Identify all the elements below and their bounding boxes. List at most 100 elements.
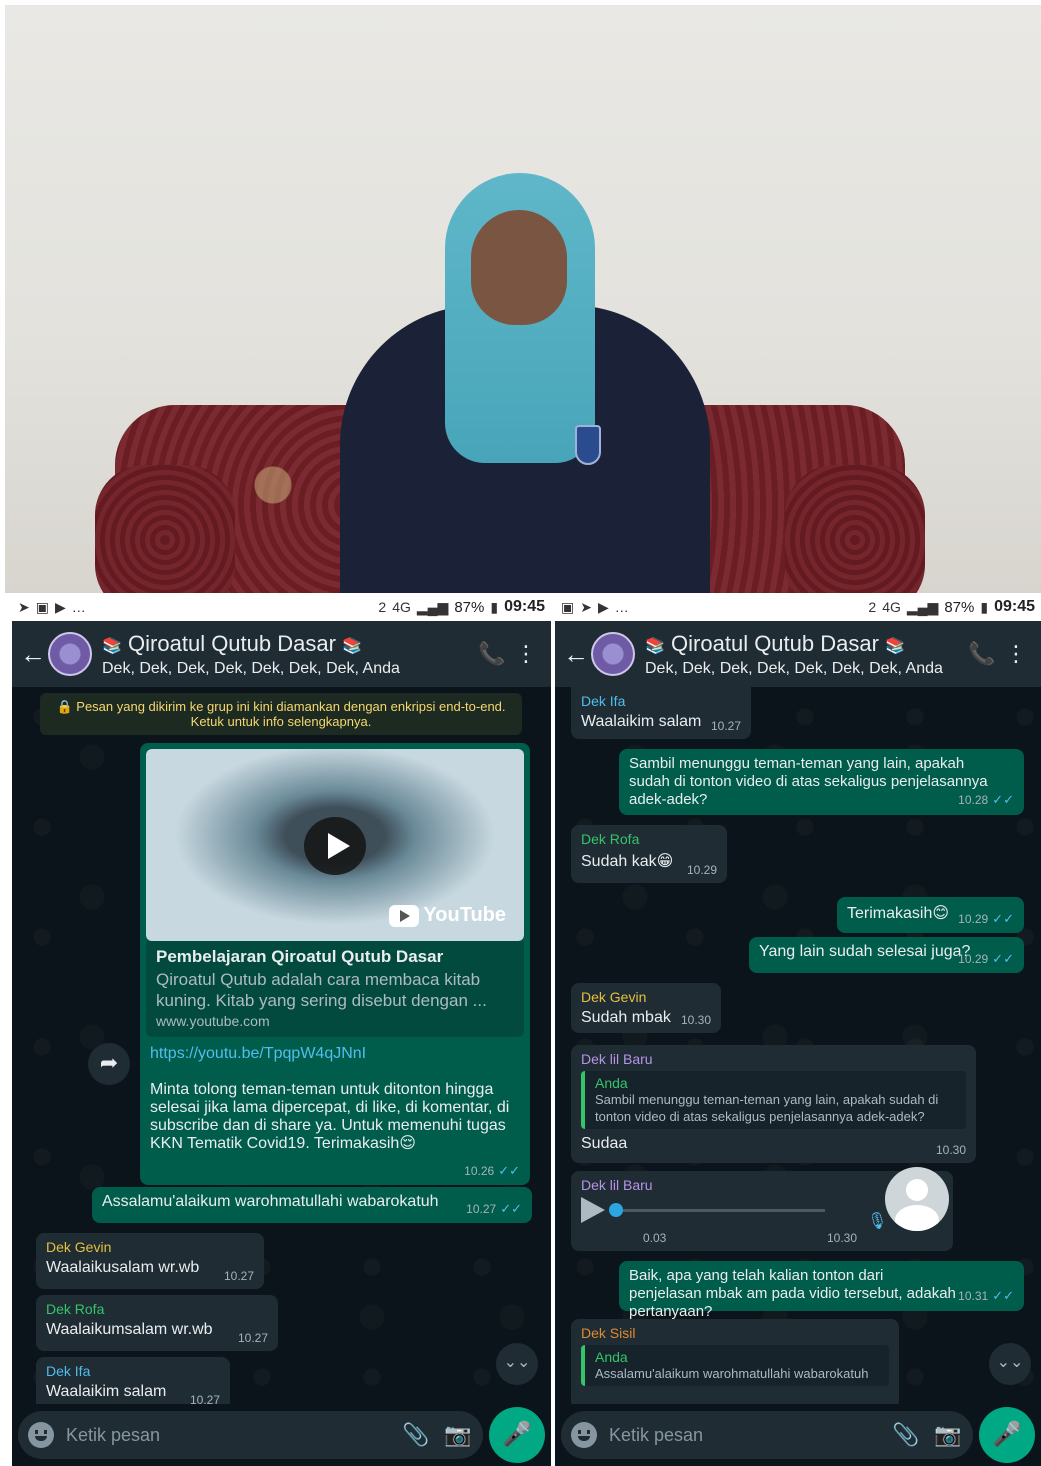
group-avatar[interactable]: [591, 632, 635, 676]
status-bar: ➤ ▣ ▶ … 2 4G ▂▄▆ 87% ▮ 09:45: [12, 593, 551, 621]
chat-messages[interactable]: Dek Ifa Waalaikim salam 10.27 Sambil men…: [555, 687, 1041, 1404]
preview-domain: www.youtube.com: [156, 1013, 270, 1029]
message-bubble[interactable]: Terimakasih😊 10.29 ✓✓: [837, 897, 1024, 933]
battery-level: 87%: [454, 598, 485, 616]
message-bubble[interactable]: Assalamu'alaikum warohmatullahi wabaroka…: [92, 1187, 532, 1223]
group-info[interactable]: 📚 Qiroatul Qutub Dasar 📚 Dek, Dek, Dek, …: [645, 631, 965, 678]
play-icon[interactable]: [304, 817, 366, 875]
read-ticks-icon: ✓✓: [992, 792, 1014, 807]
read-ticks-icon: ✓✓: [992, 1288, 1014, 1303]
message-bubble[interactable]: Dek Gevin Waalaikusalam wr.wb 10.27: [36, 1233, 264, 1289]
message-bubble[interactable]: Baik, apa yang telah kalian tonton dari …: [619, 1261, 1024, 1320]
sender-name[interactable]: Dek Gevin: [581, 989, 711, 1005]
message-time: 10.31 ✓✓: [958, 1287, 1014, 1305]
network-type: 4G: [882, 599, 901, 615]
encryption-notice[interactable]: 🔒 Pesan yang dikirim ke grup ini kini di…: [40, 693, 522, 735]
group-title-row: 📚 Qiroatul Qutub Dasar 📚: [645, 631, 965, 657]
play-icon[interactable]: [581, 1197, 605, 1223]
video-link[interactable]: https://youtu.be/TpqpW4qJNnI: [150, 1045, 366, 1063]
emoji-icon[interactable]: [571, 1422, 597, 1448]
camera-icon[interactable]: 📷: [933, 1422, 963, 1448]
status-bar: ▣ ➤ ▶ … 2 4G ▂▄▆ 87% ▮ 09:45: [555, 593, 1041, 621]
voice-sender-avatar: [885, 1167, 949, 1231]
clock: 09:45: [504, 598, 545, 615]
phone-screenshot-right: ▣ ➤ ▶ … 2 4G ▂▄▆ 87% ▮ 09:45 ← 📚 Qiroatu…: [555, 593, 1041, 1466]
message-text: Sambil menunggu teman-teman yang lain, a…: [629, 755, 988, 808]
sender-name[interactable]: Dek Rofa: [46, 1301, 268, 1317]
voice-message-bubble[interactable]: Dek lil Baru 🎙 0.03 10.30: [571, 1167, 953, 1251]
sender-name[interactable]: Dek Ifa: [46, 1363, 220, 1379]
quoted-message[interactable]: Anda Assalamu'alaikum warohmatullahi wab…: [581, 1345, 889, 1386]
time-text: 10.26: [464, 1164, 495, 1178]
message-time: 10.29 ✓✓: [958, 951, 1014, 967]
video-thumbnail[interactable]: YouTube: [146, 749, 524, 941]
message-bubble[interactable]: Dek Ifa Waalaikim salam 10.27: [36, 1357, 230, 1404]
message-text: Baik, apa yang telah kalian tonton dari …: [629, 1267, 956, 1320]
message-text: Sudaa: [581, 1135, 628, 1152]
youtube-icon: ▶: [597, 598, 609, 615]
forward-icon[interactable]: ➦: [88, 1043, 130, 1085]
back-arrow-icon[interactable]: ←: [563, 639, 591, 670]
message-bubble[interactable]: Dek Ifa Waalaikim salam 10.27: [571, 687, 751, 739]
sender-name[interactable]: Dek Sisil: [581, 1325, 889, 1341]
youtube-message[interactable]: YouTube Pembelajaran Qiroatul Qutub Dasa…: [140, 743, 530, 1185]
phone-screenshot-left: ➤ ▣ ▶ … 2 4G ▂▄▆ 87% ▮ 09:45 ← 📚 Qiroatu…: [12, 593, 551, 1466]
add-call-icon[interactable]: 📞: [965, 641, 999, 667]
group-info[interactable]: 📚 Qiroatul Qutub Dasar 📚 Dek, Dek, Dek, …: [102, 631, 475, 678]
reply-message-bubble[interactable]: Dek Sisil Anda Assalamu'alaikum warohmat…: [571, 1319, 899, 1404]
attach-icon[interactable]: 📎: [891, 1422, 921, 1448]
compose-field: 📎 📷: [18, 1411, 483, 1459]
sender-name[interactable]: Dek Rofa: [581, 831, 717, 847]
microphone-icon[interactable]: 🎤: [979, 1407, 1035, 1463]
message-bubble[interactable]: Sambil menunggu teman-teman yang lain, a…: [619, 749, 1024, 815]
emoji-icon[interactable]: [28, 1422, 54, 1448]
sender-name[interactable]: Dek lil Baru: [581, 1051, 966, 1067]
message-text: Terimakasih😊: [847, 905, 950, 922]
camera-icon[interactable]: 📷: [443, 1422, 473, 1448]
more-options-icon[interactable]: ⋮: [509, 641, 543, 667]
youtube-logo: YouTube: [389, 904, 506, 927]
message-bubble[interactable]: Dek Rofa Waalaikumsalam wr.wb 10.27: [36, 1295, 278, 1351]
books-icon: 📚: [342, 637, 362, 655]
read-ticks-icon: ✓✓: [992, 911, 1014, 926]
preview-description: Qiroatul Qutub adalah cara membaca kitab…: [156, 970, 487, 1010]
attach-icon[interactable]: 📎: [401, 1422, 431, 1448]
message-bubble[interactable]: Yang lain sudah selesai juga? 10.29 ✓✓: [749, 937, 1024, 973]
gallery-icon: ▣: [561, 598, 575, 615]
jacket-emblem: [575, 425, 601, 465]
telegram-icon: ➤: [580, 598, 592, 615]
scroll-down-icon[interactable]: ⌄⌄: [496, 1343, 538, 1385]
time-text: 10.29: [958, 912, 989, 926]
link-preview[interactable]: Pembelajaran Qiroatul Qutub Dasar Qiroat…: [146, 941, 524, 1037]
sender-name[interactable]: Dek Ifa: [581, 693, 741, 709]
message-bubble[interactable]: Dek Gevin Sudah mbak 10.30: [571, 983, 721, 1033]
chat-messages[interactable]: 🔒 Pesan yang dikirim ke grup ini kini di…: [12, 687, 551, 1404]
microphone-icon[interactable]: 🎤: [489, 1407, 545, 1463]
time-text: 10.31: [958, 1289, 989, 1303]
voice-progress[interactable]: [609, 1202, 825, 1217]
more-options-icon[interactable]: ⋮: [999, 641, 1033, 667]
message-time: 10.29 ✓✓: [958, 911, 1014, 927]
scroll-down-icon[interactable]: ⌄⌄: [989, 1343, 1031, 1385]
message-input[interactable]: [609, 1424, 879, 1446]
back-arrow-icon[interactable]: ←: [20, 639, 48, 670]
message-time: 10.27: [237, 1331, 268, 1345]
message-text: Assalamu'alaikum warohmatullahi wabaroka…: [102, 1193, 439, 1210]
message-input[interactable]: [66, 1424, 389, 1446]
quoted-sender: Anda: [595, 1349, 628, 1365]
quoted-message[interactable]: Anda Sambil menunggu teman-teman yang la…: [581, 1071, 966, 1129]
message-bubble[interactable]: Dek Rofa Sudah kak😁 10.29: [571, 825, 727, 883]
progress-handle[interactable]: [609, 1202, 623, 1217]
message-time: 10.30: [935, 1143, 966, 1157]
read-ticks-icon: ✓✓: [992, 951, 1014, 966]
read-ticks-icon: ✓✓: [500, 1201, 522, 1216]
group-avatar[interactable]: [48, 632, 92, 676]
youtube-play-icon: [389, 904, 420, 927]
reply-message-bubble[interactable]: Dek lil Baru Anda Sambil menunggu teman-…: [571, 1045, 976, 1163]
sender-name[interactable]: Dek Gevin: [46, 1239, 254, 1255]
voice-duration: 0.03: [643, 1231, 667, 1245]
compose-field: 📎 📷: [561, 1411, 973, 1459]
message-text: Yang lain sudah selesai juga?: [759, 943, 971, 960]
compose-bar: 📎 📷 🎤: [555, 1404, 1041, 1466]
add-call-icon[interactable]: 📞: [475, 641, 509, 667]
